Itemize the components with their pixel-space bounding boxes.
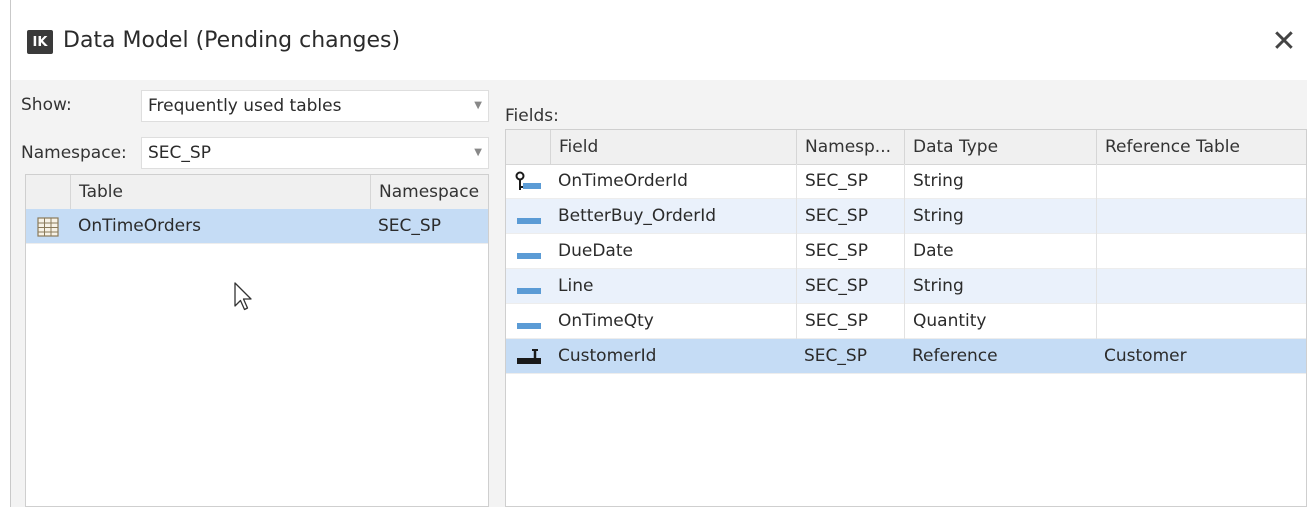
column-header-field[interactable]: Field [550,130,796,164]
tables-grid-header: Table Namespace [26,175,488,210]
close-icon: ✕ [1271,23,1297,59]
field-row[interactable]: CustomerId SEC_SP Reference Customer [506,339,1306,374]
field-reference-table [1096,269,1306,304]
column-header-namespace[interactable]: Namespace [370,175,488,209]
title-bar[interactable]: IK Data Model (Pending changes) ✕ [11,0,1307,80]
namespace-dropdown-value: SEC_SP [148,143,211,163]
show-label: Show: [21,95,72,115]
field-icon [506,234,550,269]
field-data-type: String [904,164,1096,199]
tables-grid: Table Namespace OnTimeOrders SEC_SP [25,174,489,507]
dropdown-arrow-icon: ▼ [474,147,482,158]
field-namespace: SEC_SP [796,164,904,199]
column-header-table[interactable]: Table [70,175,370,209]
fields-grid-header: Field Namesp... Data Type Reference Tabl… [506,130,1306,165]
column-header-data-type[interactable]: Data Type [904,130,1096,164]
column-header-reference-table[interactable]: Reference Table [1096,130,1306,164]
field-name: CustomerId [558,346,657,366]
field-reference-table: Customer [1104,346,1187,366]
table-name: OnTimeOrders [78,216,201,236]
key-field-icon [506,164,550,199]
app-logo-icon: IK [27,30,53,54]
field-icon [506,269,550,304]
field-name: Line [558,276,594,296]
field-namespace: SEC_SP [796,199,904,234]
namespace-label: Namespace: [21,143,127,163]
reference-field-icon [506,339,550,374]
table-namespace: SEC_SP [378,216,441,236]
field-name: DueDate [558,241,633,261]
field-row[interactable]: Line SEC_SP String [506,269,1306,304]
field-name: OnTimeQty [558,311,654,331]
data-model-dialog: IK Data Model (Pending changes) ✕ Show: … [10,0,1307,507]
window-title: Data Model (Pending changes) [63,28,401,53]
field-data-type: String [904,269,1096,304]
fields-grid: Field Namesp... Data Type Reference Tabl… [505,129,1307,507]
field-namespace: SEC_SP [804,346,867,366]
field-data-type: String [904,199,1096,234]
table-row[interactable]: OnTimeOrders SEC_SP [26,209,488,244]
field-name: BetterBuy_OrderId [558,206,717,226]
field-reference-table [1096,164,1306,199]
field-data-type: Date [904,234,1096,269]
fields-label: Fields: [505,106,559,126]
field-row[interactable]: BetterBuy_OrderId SEC_SP String [506,199,1306,234]
field-icon [506,304,550,339]
show-dropdown[interactable]: Frequently used tables ▼ [141,90,489,122]
field-reference-table [1096,199,1306,234]
field-namespace: SEC_SP [796,269,904,304]
column-header-namespace[interactable]: Namesp... [796,130,904,164]
field-row[interactable]: OnTimeOrderId SEC_SP String [506,164,1306,199]
close-button[interactable]: ✕ [1265,22,1303,60]
field-reference-table [1096,234,1306,269]
field-namespace: SEC_SP [796,304,904,339]
field-name: OnTimeOrderId [558,171,688,191]
table-grid-icon [26,209,70,244]
field-row[interactable]: OnTimeQty SEC_SP Quantity [506,304,1306,339]
mouse-pointer-icon [233,282,253,316]
field-icon [506,199,550,234]
show-dropdown-value: Frequently used tables [148,96,342,116]
field-data-type: Quantity [904,304,1096,339]
field-namespace: SEC_SP [796,234,904,269]
dropdown-arrow-icon: ▼ [474,100,482,111]
field-reference-table [1096,304,1306,339]
field-data-type: Reference [912,346,998,366]
namespace-dropdown[interactable]: SEC_SP ▼ [141,137,489,169]
field-row[interactable]: DueDate SEC_SP Date [506,234,1306,269]
